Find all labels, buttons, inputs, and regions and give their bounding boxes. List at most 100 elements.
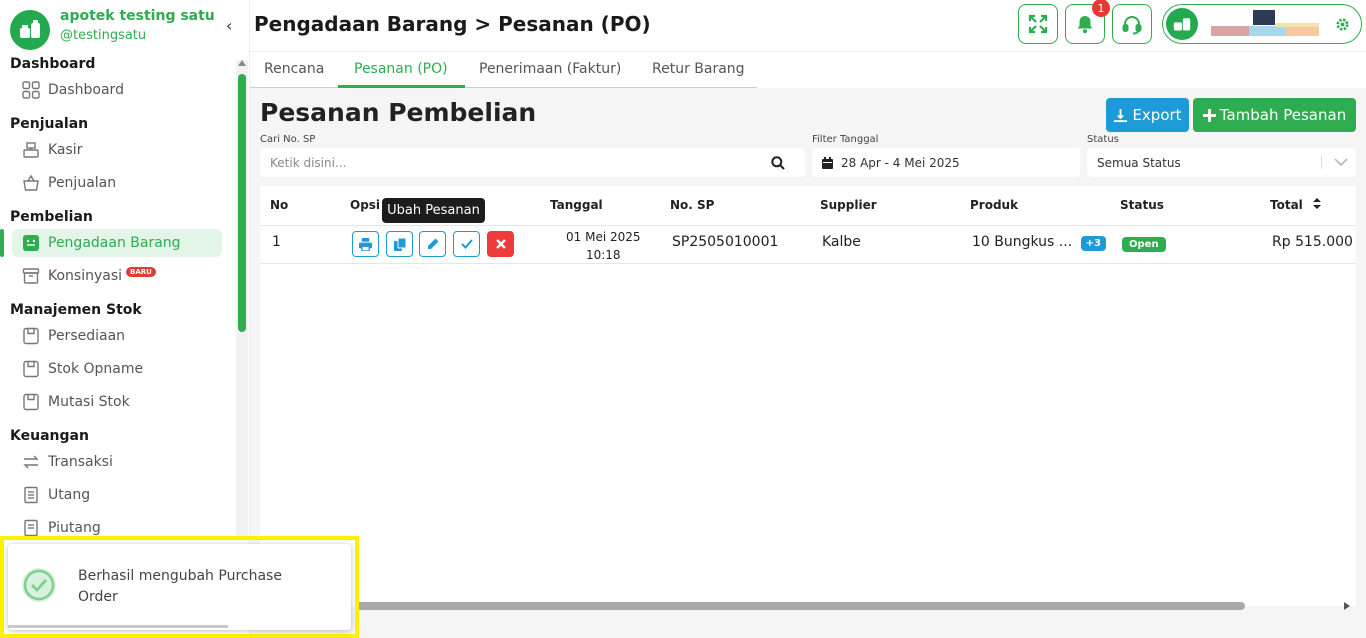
search-placeholder: Ketik disini... (270, 155, 347, 170)
cell-sp-number: SP2505010001 (672, 234, 779, 250)
sidebar-item-persediaan[interactable]: Persediaan (12, 322, 222, 350)
bell-icon (1077, 16, 1093, 34)
sidebar-item-label: Pengadaan Barang (48, 235, 181, 251)
sidebar-item-transaksi[interactable]: Transaksi (12, 448, 222, 476)
column-header-status: Status (1120, 198, 1164, 212)
pharmacy-name: apotek testing satu (60, 8, 215, 24)
transaction-icon (20, 451, 42, 473)
success-toast[interactable]: Berhasil mengubah Purchase Order (8, 544, 351, 630)
date-range-input[interactable]: 28 Apr - 4 Mei 2025 (812, 148, 1080, 177)
grid-icon (20, 79, 42, 101)
support-button[interactable] (1112, 4, 1152, 44)
section-dashboard: Dashboard (10, 56, 96, 72)
column-header-tanggal: Tanggal (550, 198, 603, 212)
cell-total: Rp 515.000 (1272, 234, 1353, 250)
print-button[interactable] (352, 231, 379, 257)
total-header-label: Total (1270, 198, 1303, 212)
status-badge: Open (1122, 237, 1166, 252)
notifications-button[interactable]: 1 (1065, 0, 1110, 44)
sidebar-item-kasir[interactable]: Kasir (12, 136, 222, 164)
sidebar-item-dashboard[interactable]: Dashboard (12, 76, 222, 104)
sidebar-menu: Dashboard Dashboard Penjualan Kasir Penj… (0, 52, 236, 542)
section-penjualan: Penjualan (10, 116, 89, 132)
toast-progress-bar (8, 625, 228, 628)
more-products-badge[interactable]: +3 (1080, 236, 1106, 251)
basket-icon (20, 172, 42, 194)
edit-tooltip: Ubah Pesanan (382, 198, 485, 223)
tab-pesanan-po[interactable]: Pesanan (PO) (354, 61, 448, 77)
tab-penerimaan-faktur[interactable]: Penerimaan (Faktur) (479, 61, 621, 77)
gear-icon (1336, 18, 1349, 31)
receipt-icon (20, 484, 42, 506)
column-header-no-sp: No. SP (670, 198, 715, 212)
status-select-value: Semua Status (1097, 155, 1181, 170)
sort-icon (1312, 198, 1321, 209)
user-profile-button[interactable] (1162, 4, 1362, 44)
export-button[interactable]: Export (1106, 98, 1189, 132)
cell-product: 10 Bungkus ... +3 (972, 234, 1106, 251)
download-icon (1114, 108, 1128, 122)
cell-no: 1 (272, 234, 281, 250)
sidebar-item-label: Utang (48, 487, 91, 503)
cancel-order-button[interactable] (487, 231, 514, 257)
section-title: Pesanan Pembelian (260, 98, 537, 127)
sidebar-item-konsinyasi[interactable]: Konsinyasi BARU (12, 262, 222, 290)
check-icon (460, 239, 473, 249)
sidebar-item-label: Persediaan (48, 328, 126, 344)
date-filter-label: Filter Tanggal (812, 134, 879, 145)
select-divider (1321, 156, 1322, 169)
pencil-icon (427, 238, 438, 249)
sidebar-item-stok-opname[interactable]: Stok Opname (12, 355, 222, 383)
sidebar-item-pengadaan-barang[interactable]: Pengadaan Barang (12, 229, 222, 257)
cell-date: 01 Mei 2025 10:18 (566, 228, 641, 264)
sidebar-scroll-thumb[interactable] (238, 74, 246, 332)
top-bar: Pengadaan Barang > Pesanan (PO) 1 (250, 0, 1366, 52)
column-header-total[interactable]: Total (1270, 198, 1321, 212)
sidebar-item-utang[interactable]: Utang (12, 481, 222, 509)
calendar-icon (822, 156, 833, 169)
add-order-button[interactable]: Tambah Pesanan (1193, 98, 1356, 132)
add-order-label: Tambah Pesanan (1219, 106, 1347, 124)
search-label: Cari No. SP (260, 134, 316, 145)
notification-count-badge: 1 (1092, 0, 1110, 17)
active-indicator (0, 229, 4, 257)
search-input[interactable]: Ketik disini... (260, 148, 805, 177)
close-icon (495, 239, 506, 249)
tab-retur-barang[interactable]: Retur Barang (652, 61, 745, 77)
collapse-sidebar-icon[interactable]: ‹ (226, 16, 232, 35)
cell-supplier: Kalbe (822, 234, 861, 250)
tab-rencana[interactable]: Rencana (264, 61, 324, 77)
duplicate-button[interactable] (386, 231, 413, 257)
scroll-right-arrow-icon[interactable] (1344, 602, 1350, 610)
row-divider (260, 263, 1356, 264)
sidebar-item-mutasi-stok[interactable]: Mutasi Stok (12, 388, 222, 416)
inventory-icon (20, 325, 42, 347)
search-icon (771, 156, 785, 170)
approve-button[interactable] (453, 231, 480, 257)
copy-icon (393, 237, 406, 251)
cell-date-time: 10:18 (585, 248, 621, 262)
sidebar-item-label: Stok Opname (48, 361, 144, 377)
cash-register-icon (20, 139, 42, 161)
plus-icon (1202, 108, 1216, 122)
chevron-down-icon (1334, 158, 1348, 167)
sidebar-item-label: Dashboard (48, 82, 124, 98)
brand-header: apotek testing satu @testingsatu (10, 8, 240, 52)
fullscreen-button[interactable] (1018, 4, 1058, 44)
horizontal-scrollbar[interactable] (355, 602, 1245, 610)
section-manajemen-stok: Manajemen Stok (10, 302, 142, 318)
toast-message: Berhasil mengubah Purchase Order (78, 568, 282, 605)
sidebar-item-penjualan[interactable]: Penjualan (12, 169, 222, 197)
stock-opname-icon (20, 358, 42, 380)
stock-transfer-icon (20, 391, 42, 413)
print-icon (359, 237, 372, 251)
scroll-up-arrow-icon[interactable] (238, 60, 246, 66)
edit-order-button[interactable] (419, 231, 446, 257)
orders-table: No Opsi Tanggal No. SP Supplier Produk S… (260, 186, 1356, 606)
status-select[interactable]: Semua Status (1087, 148, 1356, 177)
section-pembelian: Pembelian (10, 209, 93, 225)
new-badge: BARU (126, 267, 156, 277)
success-check-icon (22, 568, 56, 602)
section-keuangan: Keuangan (10, 428, 89, 444)
column-header-produk: Produk (970, 198, 1019, 212)
